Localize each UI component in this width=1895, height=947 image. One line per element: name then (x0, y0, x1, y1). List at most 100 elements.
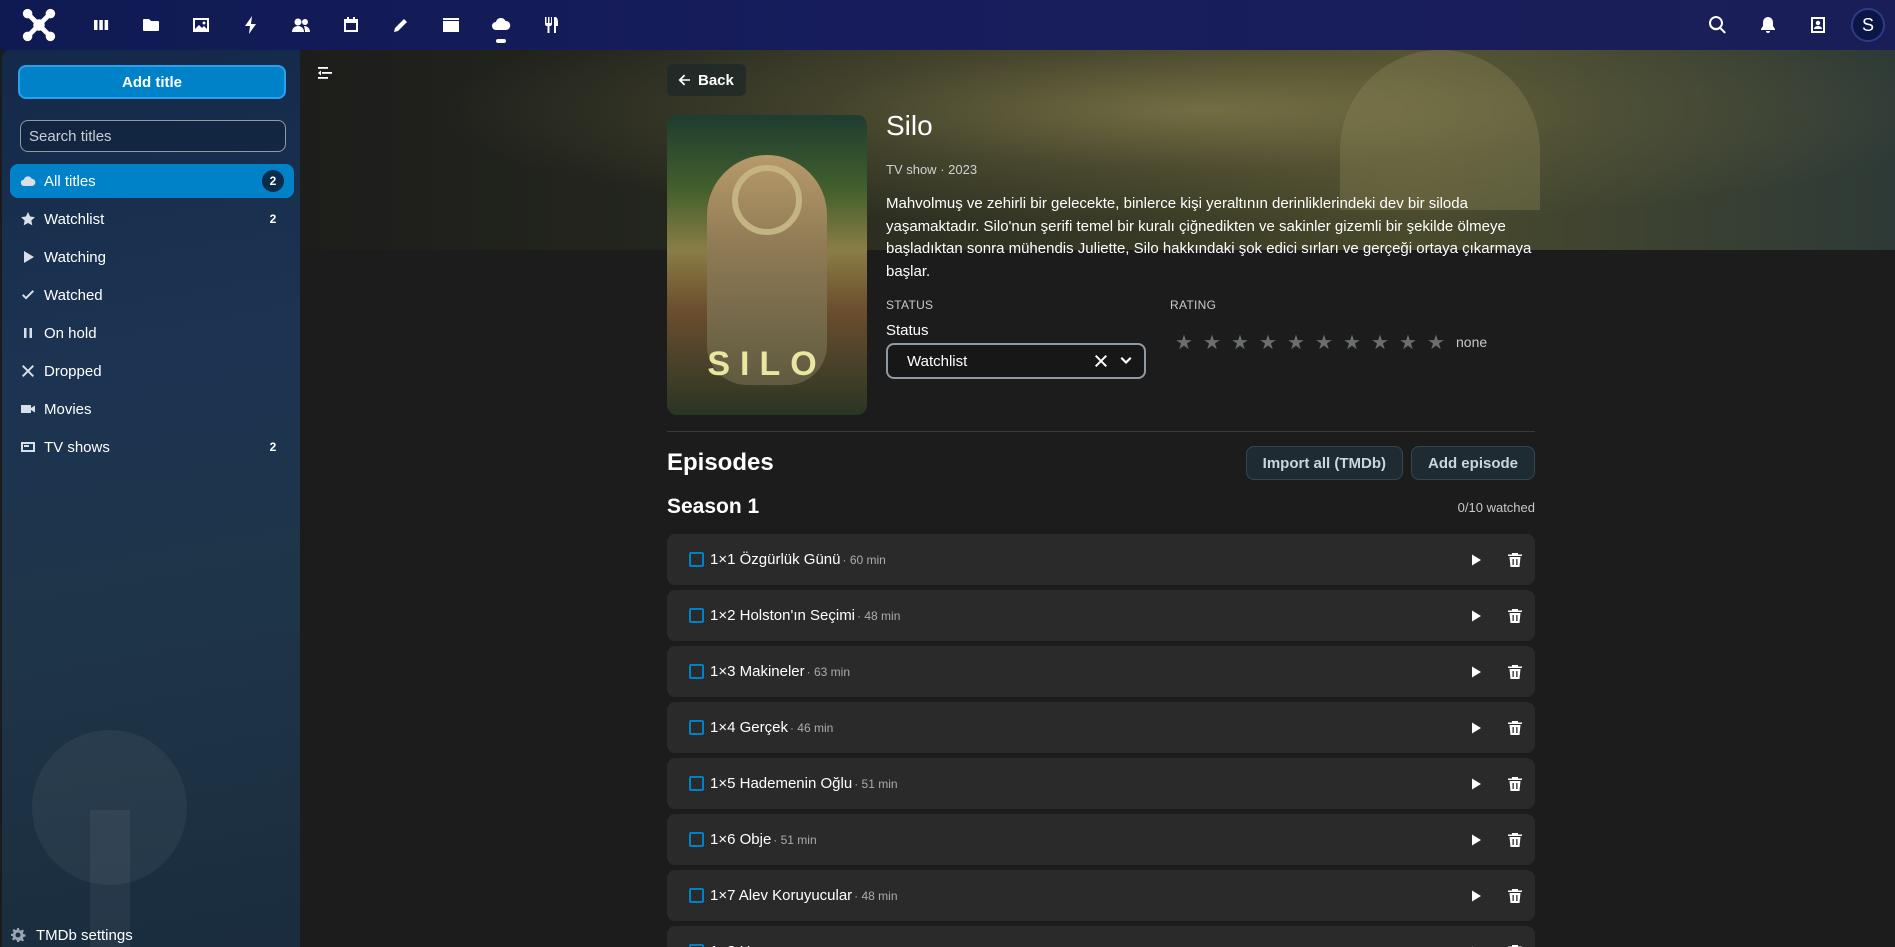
rating-star-icon[interactable]: ★ (1394, 332, 1422, 354)
episode-duration: · 63 min (806, 664, 850, 679)
rating-star-icon[interactable]: ★ (1366, 332, 1394, 354)
episode-row[interactable]: 1×6 Obje · 51 min (667, 814, 1535, 865)
watched-checkbox[interactable] (689, 720, 704, 735)
episode-row[interactable]: 1×4 Gerçek · 46 min (667, 702, 1535, 753)
rating-star-icon[interactable]: ★ (1422, 332, 1450, 354)
calendar-icon[interactable] (326, 0, 376, 50)
poster-title-text: SILO (707, 345, 827, 383)
episode-actions (1469, 664, 1523, 680)
dashboard-icon[interactable] (76, 0, 126, 50)
episode-actions (1469, 552, 1523, 568)
title-meta: TV show · 2023 (886, 162, 1536, 177)
nav-item-label: All titles (44, 172, 96, 190)
rating-star-icon[interactable]: ★ (1198, 332, 1226, 354)
watched-checkbox[interactable] (689, 776, 704, 791)
nav-item-all-titles[interactable]: All titles 2 (10, 164, 294, 198)
watched-checkbox[interactable] (689, 832, 704, 847)
nav-item-dropped[interactable]: Dropped (10, 354, 294, 388)
search-titles-input[interactable] (20, 120, 286, 152)
toggle-navigation-button[interactable] (314, 62, 336, 84)
delete-trash-icon[interactable] (1507, 720, 1523, 736)
delete-trash-icon[interactable] (1507, 776, 1523, 792)
episode-row[interactable]: 1×8 Hamm· 49 min (667, 926, 1535, 947)
nav-item-movies[interactable]: Movies (10, 392, 294, 426)
import-all-tmdb-button[interactable]: Import all (TMDb) (1245, 446, 1403, 480)
delete-trash-icon[interactable] (1507, 888, 1523, 904)
check-icon (19, 286, 37, 304)
back-button[interactable]: Back (667, 64, 746, 96)
chevron-down-icon[interactable] (1118, 353, 1134, 369)
watched-checkbox[interactable] (689, 888, 704, 903)
notes-icon[interactable] (376, 0, 426, 50)
play-icon[interactable] (1469, 777, 1483, 791)
play-icon[interactable] (1469, 609, 1483, 623)
watched-checkbox[interactable] (689, 552, 704, 567)
episode-row[interactable]: 1×7 Alev Koruyucular · 48 min (667, 870, 1535, 921)
rating-star-icon[interactable]: ★ (1310, 332, 1338, 354)
play-icon[interactable] (1469, 889, 1483, 903)
add-episode-button[interactable]: Add episode (1410, 446, 1535, 480)
delete-trash-icon[interactable] (1507, 552, 1523, 568)
delete-trash-icon[interactable] (1507, 944, 1523, 947)
nextcloud-logo-icon[interactable] (19, 5, 59, 45)
rating-heading: RATING (1170, 298, 1217, 312)
add-title-button[interactable]: Add title (18, 65, 286, 99)
video-icon[interactable] (426, 0, 476, 50)
rating-star-icon[interactable]: ★ (1226, 332, 1254, 354)
season-header: Season 1 0/10 watched (667, 494, 1535, 520)
recipes-icon[interactable] (526, 0, 576, 50)
tmdb-settings-button[interactable]: TMDb settings (10, 920, 133, 947)
episode-name: 1×7 Alev Koruyucular (710, 887, 853, 904)
episode-row[interactable]: 1×2 Holston'ın Seçimi · 48 min (667, 590, 1535, 641)
rating-star-icon[interactable]: ★ (1338, 332, 1366, 354)
rating-star-icon[interactable]: ★ (1282, 332, 1310, 354)
meta-separator: · (940, 162, 945, 177)
nav-item-count: 2 (269, 440, 277, 454)
nav-item-on-hold[interactable]: On hold (10, 316, 294, 350)
clear-selection-icon[interactable] (1094, 354, 1108, 368)
status-select-value: Watchlist (907, 352, 968, 370)
play-icon[interactable] (1469, 553, 1483, 567)
episode-duration: · 48 min (857, 608, 901, 623)
back-label: Back (698, 71, 734, 89)
rating-field: RATING ★ ★ ★ ★ ★ ★ ★ ★ ★ ★ none (1170, 298, 1487, 354)
tv-icon (19, 438, 37, 456)
contacts-icon[interactable] (276, 0, 326, 50)
episode-row[interactable]: 1×1 Özgürlük Günü · 60 min (667, 534, 1535, 585)
activity-icon[interactable] (226, 0, 276, 50)
episode-row[interactable]: 1×3 Makineler · 63 min (667, 646, 1535, 697)
nav-item-watching[interactable]: Watching (10, 240, 294, 274)
user-avatar[interactable]: S (1851, 8, 1885, 42)
play-icon[interactable] (1469, 665, 1483, 679)
poster-spiral (732, 165, 802, 235)
play-icon[interactable] (1469, 721, 1483, 735)
nav-item-count: 2 (269, 212, 277, 226)
photos-icon[interactable] (176, 0, 226, 50)
delete-trash-icon[interactable] (1507, 608, 1523, 624)
watched-checkbox[interactable] (689, 664, 704, 679)
nav-item-watched[interactable]: Watched (10, 278, 294, 312)
nav-item-watchlist[interactable]: Watchlist 2 (10, 202, 294, 236)
section-divider (667, 431, 1535, 432)
title-description: Mahvolmuş ve zehirli bir gelecekte, binl… (886, 195, 1532, 280)
episode-duration: · 51 min (773, 832, 817, 847)
delete-trash-icon[interactable] (1507, 664, 1523, 680)
delete-trash-icon[interactable] (1507, 832, 1523, 848)
episode-duration: · 46 min (789, 720, 834, 735)
watched-checkbox[interactable] (689, 608, 704, 623)
notifications-bell-icon[interactable] (1743, 0, 1793, 50)
search-icon[interactable] (1693, 0, 1743, 50)
status-select[interactable]: Watchlist (886, 343, 1146, 379)
nav-item-tv-shows[interactable]: TV shows 2 (10, 430, 294, 464)
media-icon[interactable] (476, 0, 526, 50)
episodes-header: Episodes Import all (TMDb) Add episode (667, 445, 1535, 481)
files-icon[interactable] (126, 0, 176, 50)
title-year: 2023 (948, 162, 978, 177)
episode-actions (1469, 888, 1523, 904)
top-bar: S (0, 0, 1895, 50)
play-icon[interactable] (1469, 833, 1483, 847)
rating-star-icon[interactable]: ★ (1170, 332, 1198, 354)
contacts-menu-icon[interactable] (1793, 0, 1843, 50)
episode-row[interactable]: 1×5 Hademenin Oğlu · 51 min (667, 758, 1535, 809)
rating-star-icon[interactable]: ★ (1254, 332, 1282, 354)
